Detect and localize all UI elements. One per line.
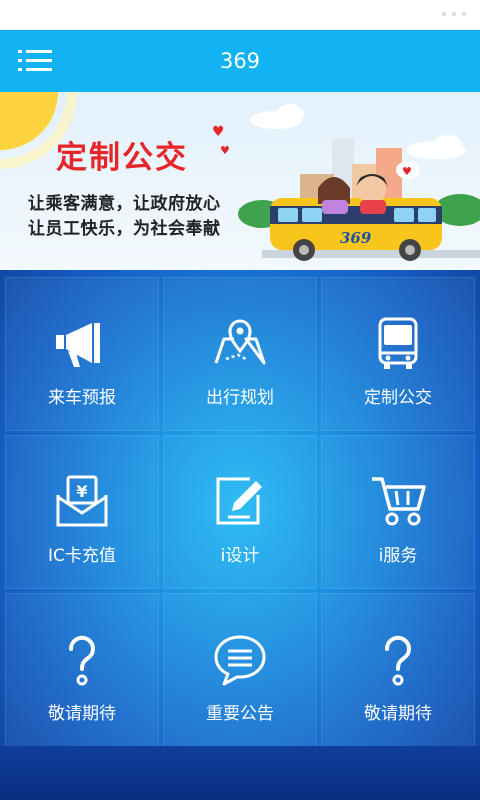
tile-label: 来车预报 — [48, 388, 116, 408]
feature-grid: 来车预报 出行规划 定制公交 ¥ IC卡充值 i设计 i服务 敬请期待 重要公告… — [0, 270, 480, 800]
map-pin-icon — [214, 319, 266, 365]
bus-number: 369 — [340, 229, 372, 247]
app-title: 369 — [219, 49, 261, 73]
tile-arrival-forecast[interactable]: 来车预报 — [5, 277, 159, 431]
edit-icon — [216, 477, 262, 525]
tile-label: 敬请期待 — [364, 704, 432, 724]
cloud-shape — [250, 104, 466, 159]
svg-text:♥: ♥ — [220, 144, 230, 157]
status-bar — [0, 0, 480, 30]
tile-label: 定制公交 — [364, 388, 432, 408]
svg-text:♥: ♥ — [402, 165, 412, 178]
tile-announcements[interactable]: 重要公告 — [163, 593, 317, 747]
menu-button[interactable] — [18, 46, 54, 76]
question-icon — [68, 635, 95, 686]
svg-text:¥: ¥ — [76, 482, 87, 501]
tile-coming-soon-1[interactable]: 敬请期待 — [5, 593, 159, 747]
tile-label: IC卡充值 — [48, 546, 116, 566]
svg-text:♥: ♥ — [212, 124, 225, 140]
app-bar: 369 — [0, 30, 480, 92]
promo-banner[interactable]: ♥ ♥ ♥ 369 定制公交 让乘客满意，让政府放心 让员工快乐，为社会奉献 — [0, 92, 480, 270]
bus-icon — [378, 317, 418, 369]
tile-ic-card-recharge[interactable]: ¥ IC卡充值 — [5, 435, 159, 589]
banner-slogan-line-1: 让乘客满意，让政府放心 — [28, 194, 221, 214]
money-envelope-icon: ¥ — [56, 475, 108, 527]
banner-illustration: ♥ ♥ ♥ 369 — [0, 92, 480, 261]
tile-coming-soon-2[interactable]: 敬请期待 — [321, 593, 475, 747]
tile-i-design[interactable]: i设计 — [163, 435, 317, 589]
chat-bubble-icon — [214, 635, 266, 686]
tile-trip-planning[interactable]: 出行规划 — [163, 277, 317, 431]
tile-label: i设计 — [220, 546, 260, 566]
banner-slogan-line-2: 让员工快乐，为社会奉献 — [28, 219, 221, 239]
tile-label: 重要公告 — [206, 704, 274, 724]
tile-i-service[interactable]: i服务 — [321, 435, 475, 589]
hamburger-icon — [18, 50, 52, 71]
megaphone-icon — [56, 323, 100, 367]
question-icon — [384, 635, 411, 686]
tile-label: 敬请期待 — [48, 704, 116, 724]
tile-custom-bus[interactable]: 定制公交 — [321, 277, 475, 431]
bottom-area — [0, 746, 480, 800]
shopping-cart-icon — [372, 477, 426, 526]
tile-label: i服务 — [378, 546, 418, 566]
tile-label: 出行规划 — [206, 388, 274, 408]
status-indicators — [442, 12, 466, 16]
banner-title: 定制公交 — [56, 140, 188, 176]
